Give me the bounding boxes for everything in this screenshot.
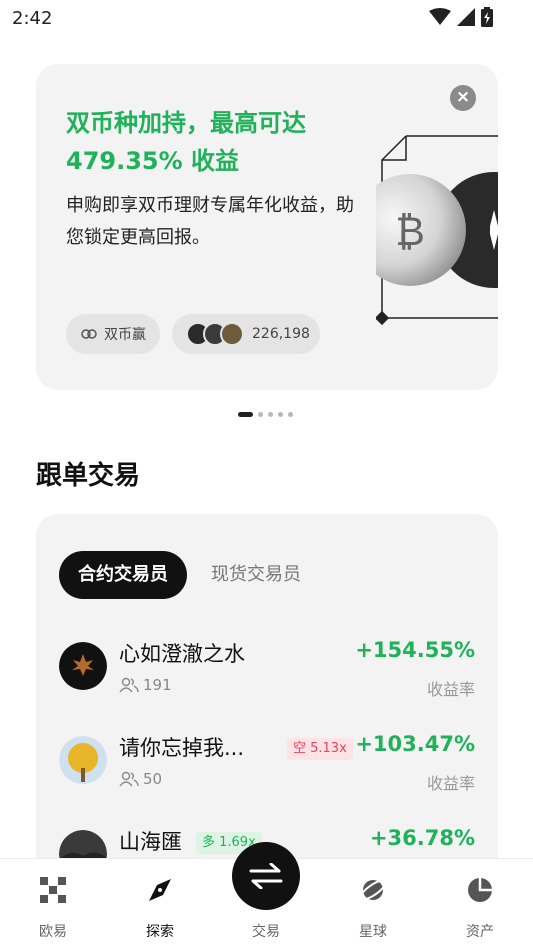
svg-text:₿: ₿	[395, 209, 425, 255]
planet-icon	[333, 875, 413, 905]
trader-name: 心如澄澈之水	[119, 642, 245, 666]
pagination-dot[interactable]	[288, 412, 293, 417]
pagination-dot[interactable]	[258, 412, 263, 417]
avatar	[59, 642, 107, 690]
trader-followers: 191	[119, 676, 172, 694]
participants-count: 226,198	[252, 326, 310, 342]
trader-rate-label: 收益率	[426, 774, 475, 793]
nav-item-assets[interactable]: 资产	[440, 875, 520, 941]
trader-followers: 50	[119, 770, 162, 788]
followers-icon	[119, 677, 139, 693]
battery-icon	[481, 7, 493, 27]
followers-icon	[119, 771, 139, 787]
tab-futures-traders[interactable]: 合约交易员	[59, 551, 187, 599]
pie-chart-icon	[440, 875, 520, 905]
pagination-dot[interactable]	[238, 412, 253, 417]
section-title: 跟单交易	[36, 461, 141, 491]
compass-icon	[120, 875, 200, 905]
followers-count: 50	[143, 770, 163, 788]
avatar	[59, 736, 107, 784]
trader-rate: +36.78%	[369, 826, 475, 850]
nav-item-okx[interactable]: 欧易	[13, 875, 93, 941]
trader-row[interactable]: 请你忘掉我... 空 5.13x 50 +103.47% 收益率	[59, 732, 475, 798]
nav-label: 探索	[146, 924, 174, 940]
nav-item-explore[interactable]: 探索	[120, 875, 200, 941]
position-badge: 空 5.13x	[287, 738, 353, 760]
promo-banner[interactable]: 双币种加持，最高可达 479.35% 收益 申购即享双币理财专属年化收益，助您锁…	[36, 64, 498, 390]
okx-logo-icon	[13, 875, 93, 905]
participants-badge: 226,198	[172, 314, 320, 354]
trader-rate: +154.55%	[355, 638, 475, 662]
signal-icon	[457, 8, 475, 26]
trader-rate-label: 收益率	[426, 680, 475, 699]
status-bar: 2:42	[0, 0, 533, 38]
banner-pagination	[238, 412, 293, 417]
participant-avatars	[186, 322, 244, 346]
pagination-dot[interactable]	[268, 412, 273, 417]
trader-name: 山海匯	[119, 830, 182, 854]
trade-button[interactable]	[232, 842, 300, 910]
nav-label: 资产	[466, 924, 494, 940]
nav-label: 星球	[359, 924, 387, 940]
tab-spot-traders[interactable]: 现货交易员	[211, 551, 301, 599]
trader-name: 请你忘掉我...	[119, 736, 245, 760]
tag-icon	[80, 325, 98, 343]
trader-rate: +103.47%	[355, 732, 475, 756]
status-time: 2:42	[12, 8, 53, 29]
dual-coin-illustration: ₿	[376, 135, 498, 326]
trader-row[interactable]: 心如澄澈之水 191 +154.55% 收益率	[59, 638, 475, 704]
product-tag-label: 双币赢	[104, 327, 146, 343]
product-tag[interactable]: 双币赢	[66, 314, 160, 354]
pagination-dot[interactable]	[278, 412, 283, 417]
nav-item-planet[interactable]: 星球	[333, 875, 413, 941]
wifi-icon	[429, 8, 451, 25]
banner-description: 申购即享双币理财专属年化收益，助您锁定更高回报。	[66, 195, 354, 248]
followers-count: 191	[143, 676, 172, 694]
banner-title: 双币种加持，最高可达 479.35% 收益	[66, 109, 306, 175]
nav-label: 欧易	[39, 924, 67, 940]
swap-arrows-icon	[249, 863, 283, 889]
trader-tabs: 合约交易员 现货交易员	[59, 551, 301, 599]
status-icons	[429, 7, 493, 27]
close-icon[interactable]: ×	[450, 85, 476, 111]
nav-label: 交易	[252, 924, 280, 940]
